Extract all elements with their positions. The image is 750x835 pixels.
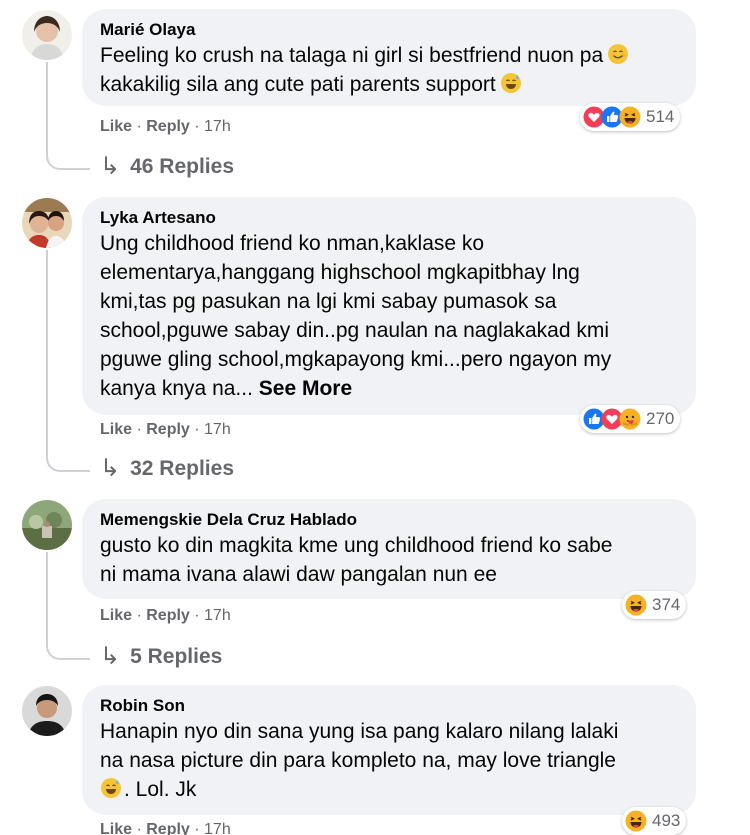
comment-line: na nasa picture din para kompleto na, ma… [100,749,616,772]
comment-line: elementarya,hanggang highschool mgkapitb… [100,261,580,284]
comment-line: kmi,tas pg pasukan na lgi kmi sabay puma… [100,290,557,313]
reaction-summary[interactable]: 493 [622,807,687,835]
comment-line: kanya knya na... [100,377,253,400]
comment-line: gusto ko din magkita kme ung childhood f… [100,534,613,557]
thread-curve [46,640,90,660]
reaction-count: 270 [646,409,675,428]
thread-line [46,552,48,644]
comment-text: Feeling ko crush na talaga ni girl si be… [100,41,678,99]
comment-actions: Like · Reply · 17h [100,821,231,835]
avatar[interactable] [22,198,72,248]
view-replies-button[interactable]: ↳ 5 Replies [100,642,222,671]
like-button[interactable]: Like [100,607,132,624]
reaction-count: 514 [646,107,675,126]
comment-author[interactable]: Robin Son [100,695,678,717]
comment-line: . Lol. Jk [124,778,197,801]
reply-arrow-icon: ↳ [100,643,121,670]
comment-bubble: Robin Son Hanapin nyo din sana yung isa … [82,685,696,815]
comment-bubble: Memengskie Dela Cruz Hablado gusto ko di… [82,499,696,599]
see-more-link[interactable]: See More [259,377,352,400]
comment-bubble: Lyka Artesano Ung childhood friend ko nm… [82,197,696,415]
replies-count: 5 Replies [130,644,223,668]
comment-timestamp[interactable]: 17h [204,821,231,835]
reaction-count: 374 [652,595,681,614]
reply-button[interactable]: Reply [146,821,190,835]
like-button[interactable]: Like [100,421,132,438]
comment-bubble: Marié Olaya Feeling ko crush na talaga n… [82,9,696,106]
comment-line: pguwe gling school,mgkapayong kmi...pero… [100,348,612,371]
sweat-smile-emoji-icon [500,72,522,94]
view-replies-button[interactable]: ↳ 32 Replies [100,454,234,483]
avatar[interactable] [22,10,72,60]
reaction-summary[interactable]: 270 [580,405,681,433]
comment-line: Hanapin nyo din sana yung isa pang kalar… [100,720,619,743]
avatar[interactable] [22,500,72,550]
reply-arrow-icon: ↳ [100,153,121,180]
like-button[interactable]: Like [100,118,132,135]
thread-line [46,250,48,455]
reply-arrow-icon: ↳ [100,455,121,482]
reaction-count: 493 [652,811,681,830]
haha-reaction-icon [625,810,647,832]
care-reaction-icon [619,408,641,430]
reply-button[interactable]: Reply [146,118,190,135]
comment-timestamp[interactable]: 17h [204,421,231,438]
comment-line: Feeling ko crush na talaga ni girl si be… [100,44,604,67]
comment-author[interactable]: Marié Olaya [100,19,678,41]
comment-author[interactable]: Lyka Artesano [100,207,678,229]
comment-line: school,pguwe sabay din..pg naulan na nag… [100,319,610,342]
comment-line: ni mama ivana alawi daw pangalan nun ee [100,563,497,586]
reply-button[interactable]: Reply [146,421,190,438]
haha-reaction-icon [625,594,647,616]
reaction-summary[interactable]: 374 [622,591,687,619]
reaction-summary[interactable]: 514 [580,103,681,131]
thread-curve [46,452,90,472]
comment-timestamp[interactable]: 17h [204,118,231,135]
avatar[interactable] [22,686,72,736]
comment-text: gusto ko din magkita kme ung childhood f… [100,531,678,589]
comment-line: kakakilig sila ang cute pati parents sup… [100,73,496,96]
reply-button[interactable]: Reply [146,607,190,624]
replies-count: 46 Replies [130,154,235,178]
view-replies-button[interactable]: ↳ 46 Replies [100,152,234,181]
comment-actions: Like · Reply · 17h [100,118,231,135]
comment-text: Hanapin nyo din sana yung isa pang kalar… [100,717,678,804]
like-button[interactable]: Like [100,821,132,835]
comment-timestamp[interactable]: 17h [204,607,231,624]
thread-line [46,62,48,154]
comment-actions: Like · Reply · 17h [100,421,231,438]
smile-emoji-icon [607,43,629,65]
thread-curve [46,150,90,170]
haha-reaction-icon [619,106,641,128]
comment-line: Ung childhood friend ko nman,kaklase ko [100,232,485,255]
comment-actions: Like · Reply · 17h [100,607,231,624]
comment-text: Ung childhood friend ko nman,kaklase ko … [100,229,678,403]
comment-author[interactable]: Memengskie Dela Cruz Hablado [100,509,678,531]
replies-count: 32 Replies [130,456,235,480]
sweat-smile-emoji-icon [100,777,122,799]
